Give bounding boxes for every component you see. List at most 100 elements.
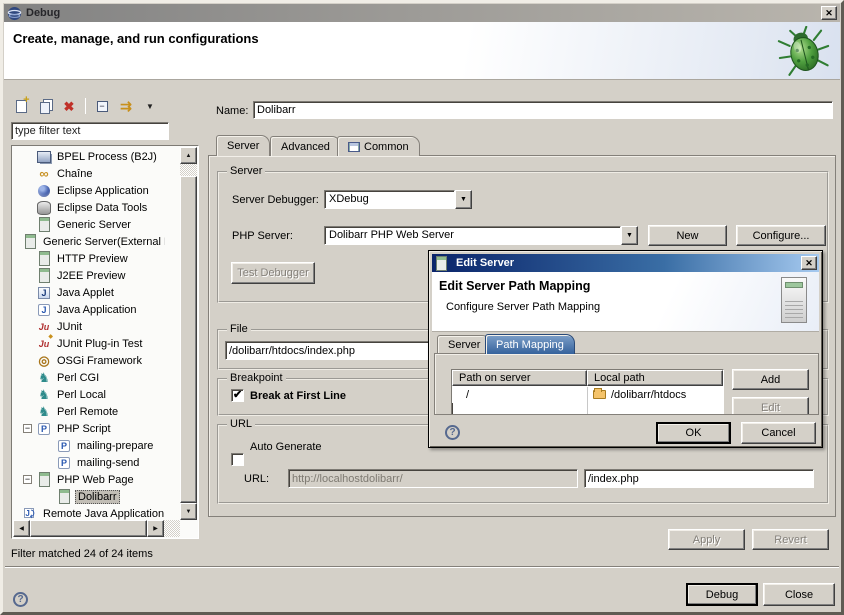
tree-item-label: Java Application xyxy=(55,304,139,316)
tab-common[interactable]: Common xyxy=(337,136,420,156)
tree-item-java-application[interactable]: Java Application xyxy=(13,301,165,318)
window-title: Debug xyxy=(26,7,60,19)
java-app-icon xyxy=(37,303,51,317)
tree-item-eclipse-application[interactable]: Eclipse Application xyxy=(13,182,165,199)
tree-item-osgi-framework[interactable]: OSGi Framework xyxy=(13,352,165,369)
java-applet-icon xyxy=(37,286,51,300)
footer-separator xyxy=(5,566,839,568)
test-debugger-button: Test Debugger xyxy=(231,262,315,284)
config-tree-box: BPEL Process (B2J)ChaîneEclipse Applicat… xyxy=(11,145,199,539)
tree-item-dolibarr[interactable]: Dolibarr xyxy=(13,488,165,505)
tree-hscrollbar[interactable]: ◀ ▶ xyxy=(13,520,180,537)
php-server-value: Dolibarr PHP Web Server xyxy=(324,226,621,245)
name-input[interactable] xyxy=(253,101,833,119)
column-divider xyxy=(587,387,588,415)
tree-item-junit[interactable]: JUnit xyxy=(13,318,165,335)
edit-server-close-button[interactable]: ✕ xyxy=(801,256,817,270)
server-debugger-value: XDebug xyxy=(324,190,455,209)
scroll-up-icon[interactable]: ▲ xyxy=(180,147,197,164)
configure-button[interactable]: Configure... xyxy=(736,225,826,246)
collapse-expander-icon[interactable]: − xyxy=(23,424,32,433)
tree-item-j2ee-preview[interactable]: J2EE Preview xyxy=(13,267,165,284)
tab-advanced[interactable]: Advanced xyxy=(270,136,341,156)
file-group-title: File xyxy=(227,323,251,335)
tab-server[interactable]: Server xyxy=(216,135,270,156)
close-button[interactable]: Close xyxy=(763,583,835,606)
menu-dropdown-icon: ▼ xyxy=(146,102,154,111)
scroll-down-icon[interactable]: ▼ xyxy=(180,503,197,520)
scroll-right-icon[interactable]: ▶ xyxy=(147,520,164,537)
new-config-icon xyxy=(16,100,27,113)
server-icon xyxy=(57,490,71,504)
tree-item-perl-local[interactable]: Perl Local xyxy=(13,386,165,403)
tree-item-label: mailing-send xyxy=(75,457,141,469)
filter-input[interactable] xyxy=(11,122,169,140)
toolbar-separator xyxy=(85,98,86,114)
filter-icon: ⇉ xyxy=(120,99,132,113)
tree-item-java-applet[interactable]: Java Applet xyxy=(13,284,165,301)
scroll-left-icon[interactable]: ◀ xyxy=(13,520,30,537)
server-icon xyxy=(37,252,51,266)
server-debugger-combo[interactable]: XDebug ▼ xyxy=(324,190,472,209)
auto-generate-checkbox[interactable] xyxy=(231,453,244,466)
help-icon[interactable]: ? xyxy=(13,592,28,607)
hscroll-thumb[interactable] xyxy=(30,520,147,537)
chevron-down-icon[interactable]: ▼ xyxy=(455,190,472,209)
tree-item-label: PHP Web Page xyxy=(55,474,136,486)
tree-item-junit-plug-in-test[interactable]: JUnit Plug-in Test xyxy=(13,335,165,352)
tab-label: Common xyxy=(364,141,409,153)
expander-slot: − xyxy=(23,475,37,484)
tree-item-generic-server[interactable]: Generic Server xyxy=(13,216,165,233)
tree-vscrollbar[interactable]: ▲ ▼ xyxy=(180,147,197,520)
tree-item-eclipse-data-tools[interactable]: Eclipse Data Tools xyxy=(13,199,165,216)
tab-label: Path Mapping xyxy=(496,339,564,351)
tree-item-mailing-prepare[interactable]: mailing-prepare xyxy=(13,437,165,454)
window-close-button[interactable]: ✕ xyxy=(821,6,837,20)
delete-icon-button[interactable]: ✖ xyxy=(59,97,79,116)
filter-icon-button[interactable]: ⇉ xyxy=(116,97,136,116)
server-icon xyxy=(37,269,51,283)
add-mapping-button[interactable]: Add xyxy=(732,369,809,390)
perl-icon xyxy=(37,388,51,402)
tree-item-php-script[interactable]: −PHP Script xyxy=(13,420,165,437)
menu-dropdown-icon-button[interactable]: ▼ xyxy=(140,97,160,116)
cancel-button[interactable]: Cancel xyxy=(741,422,816,444)
server-image xyxy=(781,277,807,323)
php-server-combo[interactable]: Dolibarr PHP Web Server ▼ xyxy=(324,226,638,245)
col-path-on-server[interactable]: Path on server xyxy=(452,370,587,386)
delete-icon: ✖ xyxy=(64,100,75,113)
collapse-all-icon-button[interactable]: − xyxy=(92,97,112,116)
new-config-icon-button[interactable] xyxy=(11,97,31,116)
dialog-help-icon[interactable]: ? xyxy=(445,425,460,440)
break-first-line-checkbox[interactable] xyxy=(231,389,244,402)
collapse-expander-icon[interactable]: − xyxy=(23,475,32,484)
tree-item-php-web-page[interactable]: − PHP Web Page xyxy=(13,471,165,488)
tree-item-http-preview[interactable]: HTTP Preview xyxy=(13,250,165,267)
dialog-tab-server[interactable]: Server xyxy=(437,335,491,354)
tree-item-generic-server-external-la[interactable]: Generic Server(External La xyxy=(13,233,165,250)
vscroll-thumb[interactable] xyxy=(180,176,197,503)
col-local-path[interactable]: Local path xyxy=(587,370,723,386)
server-icon xyxy=(434,256,448,270)
apply-button: Apply xyxy=(668,529,745,550)
tree-item-cha-ne[interactable]: Chaîne xyxy=(13,165,165,182)
tree-item-label: OSGi Framework xyxy=(55,355,144,367)
collapse-all-icon: − xyxy=(97,101,108,112)
php-server-label: PHP Server: xyxy=(232,230,293,242)
tree-item-label: Generic Server(External La xyxy=(41,236,165,248)
duplicate-icon-button[interactable] xyxy=(35,97,55,116)
tree-item-perl-cgi[interactable]: Perl CGI xyxy=(13,369,165,386)
ok-button[interactable]: OK xyxy=(656,422,731,444)
dialog-tab-path-mapping[interactable]: Path Mapping xyxy=(485,334,575,354)
new-server-button[interactable]: New xyxy=(648,225,727,246)
debug-button[interactable]: Debug xyxy=(686,583,758,606)
tree-item-bpel-process-b2j[interactable]: BPEL Process (B2J) xyxy=(13,148,165,165)
php-icon xyxy=(37,422,51,436)
url-path-input[interactable] xyxy=(584,469,814,488)
tree-item-perl-remote[interactable]: Perl Remote xyxy=(13,403,165,420)
eclipse-icon xyxy=(7,6,22,21)
tree-item-label: Generic Server xyxy=(55,219,133,231)
chevron-down-icon[interactable]: ▼ xyxy=(621,226,638,245)
tree-item-label: JUnit xyxy=(55,321,84,333)
tree-item-mailing-send[interactable]: mailing-send xyxy=(13,454,165,471)
